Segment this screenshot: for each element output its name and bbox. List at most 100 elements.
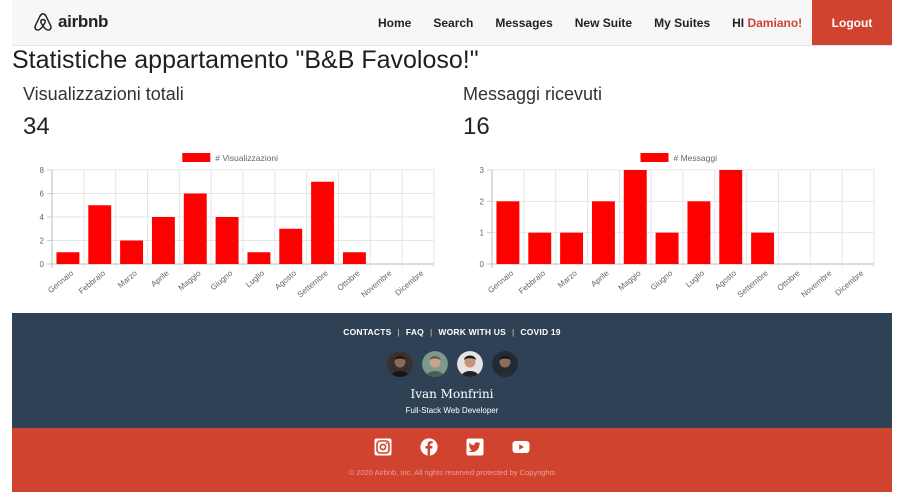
twitter-icon[interactable] <box>466 438 484 456</box>
separator: | <box>511 327 515 337</box>
messages-label: Messaggi ricevuti <box>463 84 603 104</box>
messages-value: 16 <box>463 113 490 140</box>
bar-maggio <box>623 170 647 264</box>
bar-febbraio <box>528 232 552 264</box>
x-tick-label: Maggio <box>177 268 203 292</box>
x-tick-label: Gennaio <box>486 268 515 295</box>
y-tick-label: 2 <box>480 197 485 206</box>
y-tick-label: 6 <box>40 190 45 199</box>
nav-link-new-suite[interactable]: New Suite <box>575 16 632 30</box>
avatar-1[interactable] <box>386 351 413 377</box>
x-tick-label: Aprile <box>149 268 171 288</box>
legend-swatch <box>640 153 669 162</box>
bar-gennaio <box>496 201 520 264</box>
footer-top: CONTACTS | FAQ | WORK WITH US | COVID 19 Ivan … <box>12 313 892 428</box>
brand-name: airbnb <box>58 12 109 31</box>
youtube-icon[interactable] <box>512 438 530 456</box>
y-tick-label: 4 <box>40 213 45 222</box>
views-stat: Visualizzazioni totali 34 <box>23 84 184 141</box>
bar-giugno <box>655 232 679 264</box>
x-tick-label: Maggio <box>617 268 643 292</box>
x-tick-label: Giugno <box>649 268 675 292</box>
brand-logo[interactable]: airbnb <box>32 11 108 33</box>
nav-link-home[interactable]: Home <box>378 16 411 30</box>
x-tick-label: Luglio <box>244 268 267 289</box>
messages-stat: Messaggi ricevuti 16 <box>463 84 602 141</box>
bar-gennaio <box>56 252 80 264</box>
avatar-3[interactable] <box>456 351 483 377</box>
nav-link-search[interactable]: Search <box>433 16 473 30</box>
bar-settembre <box>751 232 775 264</box>
x-tick-label: Settembre <box>736 268 770 299</box>
bar-luglio <box>247 252 271 264</box>
footer-link-covid[interactable]: COVID 19 <box>520 327 560 337</box>
y-tick-label: 0 <box>40 260 45 269</box>
nav-links: Home Search Messages New Suite My Suites… <box>378 0 802 45</box>
nav-link-messages[interactable]: Messages <box>495 16 552 30</box>
avatar-4[interactable] <box>491 351 518 377</box>
x-tick-label: Luglio <box>684 268 707 289</box>
logout-button[interactable]: Logout <box>812 0 892 45</box>
x-tick-label: Febbraio <box>77 268 107 296</box>
legend-label: # Visualizzazioni <box>215 153 278 163</box>
developer-role: Full-Stack Web Developer <box>405 406 499 415</box>
bar-giugno <box>215 217 239 264</box>
page-title: Statistiche appartamento "B&B Favoloso!" <box>12 46 479 74</box>
separator: | <box>397 327 400 337</box>
y-tick-label: 3 <box>480 166 485 175</box>
nav-link-my-suites[interactable]: My Suites <box>654 16 710 30</box>
social-icons <box>12 438 892 456</box>
x-tick-label: Settembre <box>296 268 330 299</box>
bar-marzo <box>120 240 144 264</box>
navbar: airbnb Home Search Messages New Suite My… <box>12 0 892 46</box>
bar-aprile <box>151 217 175 264</box>
bar-aprile <box>591 201 615 264</box>
views-chart: # Visualizzazioni 0 2 4 6 8 Gennaio Febbraio Mar… <box>22 150 442 302</box>
bar-agosto <box>279 228 303 264</box>
y-tick-label: 1 <box>480 229 485 238</box>
bar-ottobre <box>342 252 366 264</box>
x-tick-label: Novembre <box>799 268 833 299</box>
airbnb-logo-icon <box>34 13 52 31</box>
views-label: Visualizzazioni totali <box>23 84 184 104</box>
bar-febbraio <box>88 205 112 264</box>
footer-bottom: © 2020 Airbnb, Inc. All rights reserved … <box>12 428 892 492</box>
bar-agosto <box>719 170 743 264</box>
y-tick-label: 0 <box>480 260 485 269</box>
bar-maggio <box>183 193 207 264</box>
username: Damiano! <box>747 15 803 30</box>
x-tick-label: Ottobre <box>335 268 362 292</box>
x-tick-label: Novembre <box>359 268 393 299</box>
views-chart-svg: # Visualizzazioni 0 2 4 6 8 Gennaio Febbraio Mar… <box>40 153 435 299</box>
team-avatars <box>12 351 892 377</box>
x-tick-label: Dicembre <box>833 268 865 297</box>
legend-swatch <box>182 153 211 162</box>
views-value: 34 <box>23 113 50 140</box>
copyright: © 2020 Airbnb, Inc. All rights reserved … <box>348 468 556 477</box>
x-tick-label: Marzo <box>116 268 139 290</box>
instagram-icon[interactable] <box>374 438 392 456</box>
y-tick-label: 8 <box>40 166 45 175</box>
footer-links: CONTACTS | FAQ | WORK WITH US | COVID 19 <box>12 327 892 337</box>
facebook-icon[interactable] <box>420 438 438 456</box>
page-frame: airbnb Home Search Messages New Suite My… <box>12 0 892 492</box>
messages-chart-svg: # Messaggi 0 1 2 3 Gennaio Febbraio Marzo Aprile… <box>480 153 875 299</box>
x-tick-label: Giugno <box>209 268 235 292</box>
footer-link-work-with-us[interactable]: WORK WITH US <box>438 327 506 337</box>
footer-link-contacts[interactable]: CONTACTS <box>343 327 391 337</box>
footer-link-faq[interactable]: FAQ <box>406 327 424 337</box>
user-greeting: Hi Damiano! <box>732 16 802 30</box>
x-tick-label: Gennaio <box>46 268 75 295</box>
avatar-2[interactable] <box>421 351 448 377</box>
developer-name: Ivan Monfrini <box>410 387 494 401</box>
x-tick-label: Dicembre <box>393 268 425 297</box>
bar-marzo <box>560 232 584 264</box>
greeting-text: Hi <box>732 15 745 30</box>
bar-settembre <box>311 181 335 264</box>
x-tick-label: Ottobre <box>775 268 802 292</box>
messages-chart: # Messaggi 0 1 2 3 Gennaio Febbraio Marzo Aprile… <box>462 150 882 302</box>
legend-label: # Messaggi <box>674 153 718 163</box>
y-tick-label: 2 <box>40 237 45 246</box>
separator: | <box>429 327 433 337</box>
x-tick-label: Febbraio <box>517 268 547 296</box>
